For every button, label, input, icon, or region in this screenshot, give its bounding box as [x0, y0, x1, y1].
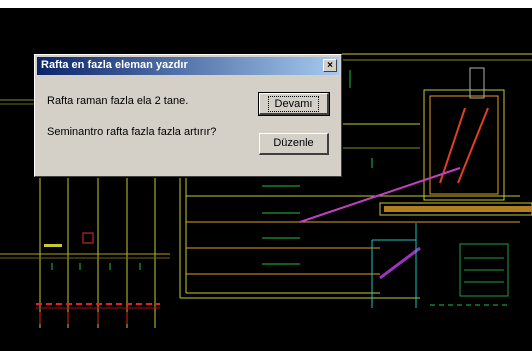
- close-icon[interactable]: ×: [323, 59, 337, 72]
- edit-button-label: Düzenle: [273, 137, 314, 149]
- dialog-title: Rafta en fazla eleman yazdır: [41, 59, 188, 71]
- edit-button[interactable]: Düzenle: [259, 133, 329, 155]
- dialog-message-line-2: Seminantro rafta fazla fazla artırır?: [47, 126, 217, 138]
- continue-button-label: Devamı: [267, 96, 320, 112]
- confirmation-dialog: Rafta en fazla eleman yazdır × Rafta ram…: [34, 54, 342, 177]
- dialog-titlebar[interactable]: Rafta en fazla eleman yazdır ×: [37, 57, 339, 75]
- continue-button[interactable]: Devamı: [258, 92, 330, 116]
- top-window-edge: [0, 0, 532, 8]
- dialog-message-line-1: Rafta raman fazla ela 2 tane.: [47, 95, 189, 107]
